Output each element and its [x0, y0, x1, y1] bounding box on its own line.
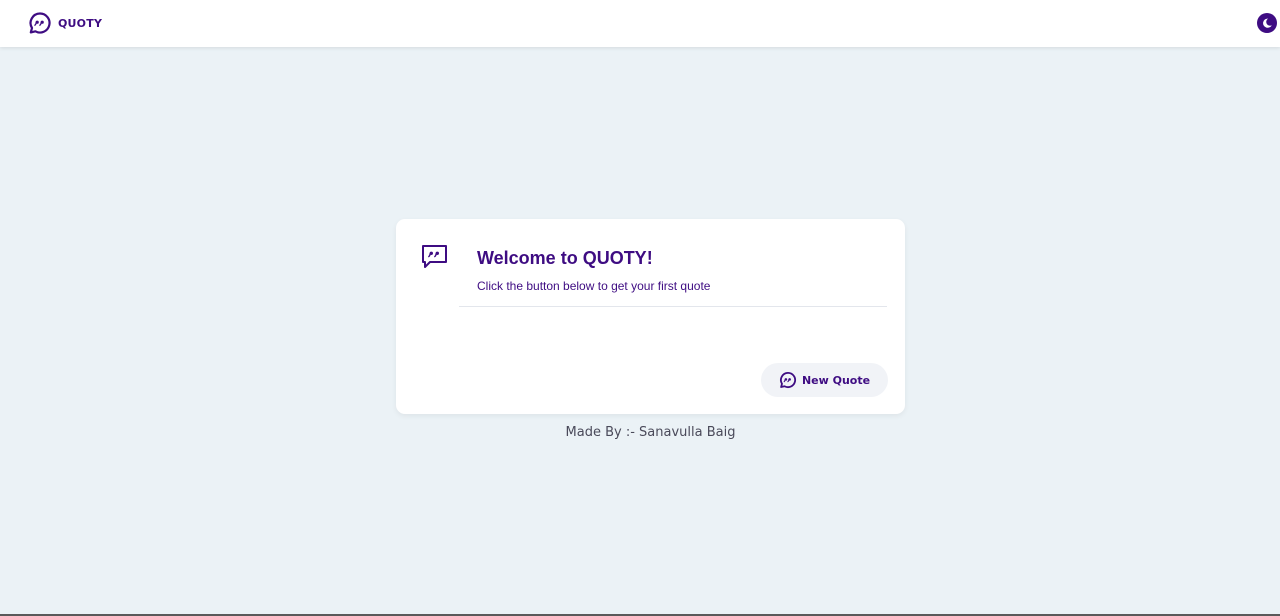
welcome-card: Welcome to QUOTY! Click the button below… [396, 219, 905, 414]
theme-toggle-button[interactable] [1257, 13, 1277, 33]
speech-bubble-quote-icon [29, 12, 51, 34]
moon-icon [1263, 18, 1272, 28]
divider [459, 306, 887, 307]
card-subtitle: Click the button below to get your first… [477, 279, 711, 293]
navbar: QUOTY [0, 0, 1280, 47]
new-quote-label: New Quote [801, 373, 871, 387]
new-quote-button[interactable]: New Quote [761, 363, 888, 397]
brand-name: QUOTY [58, 16, 103, 30]
footer-credit: Made By :- Sanavulla Baig [565, 425, 736, 440]
quote-bubble-icon [422, 245, 447, 268]
speech-bubble-quote-icon [779, 371, 796, 388]
card-title: Welcome to QUOTY! [477, 248, 653, 268]
brand-link[interactable]: QUOTY [28, 11, 102, 35]
